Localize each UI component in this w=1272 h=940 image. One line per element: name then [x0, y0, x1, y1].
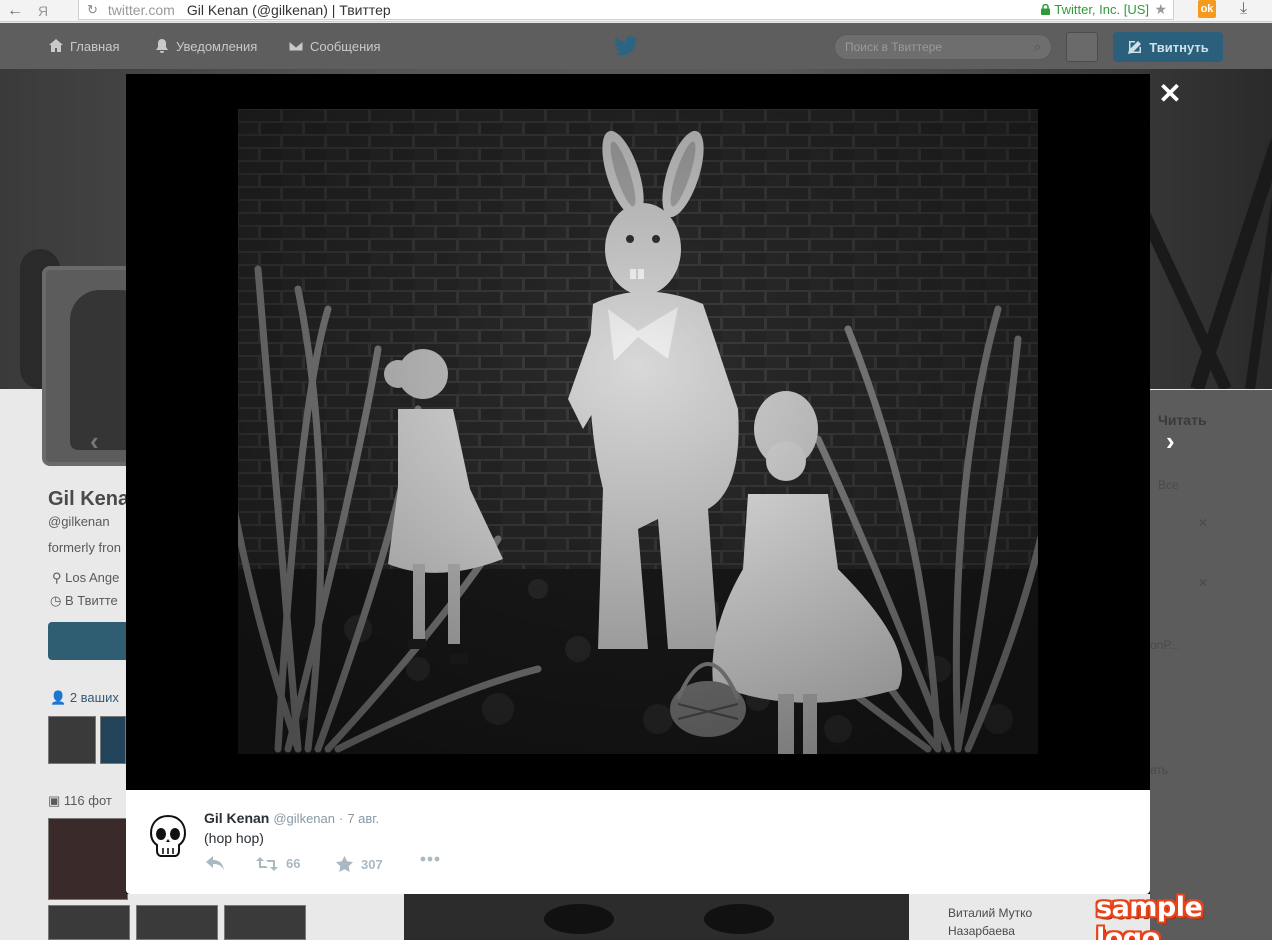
profile-location-text: Los Ange [65, 570, 120, 585]
address-bar[interactable]: ↻ twitter.com Gil Kenan (@gilkenan) | Тв… [78, 0, 1174, 20]
compose-icon [1128, 41, 1142, 54]
chevron-left-icon[interactable]: ‹ [90, 426, 99, 457]
profile-bio: formerly fron [48, 540, 121, 555]
photo-thumb[interactable] [48, 905, 130, 940]
profile-handle: @gilkenan [48, 514, 110, 529]
reload-icon[interactable]: ↻ [87, 2, 98, 18]
chevron-right-icon[interactable]: › [1166, 426, 1175, 457]
skull-avatar-icon[interactable] [148, 814, 188, 858]
profile-action-button[interactable] [48, 622, 138, 660]
photo-thumb[interactable] [224, 905, 306, 940]
ssl-certificate[interactable]: Twitter, Inc. [US] [1041, 2, 1149, 17]
suggestion-snippet: ать [1150, 763, 1169, 777]
tweet-author-handle[interactable]: @gilkenan [273, 811, 335, 826]
tweet-author-name[interactable]: Gil Kenan [204, 810, 269, 826]
suggestion-snippet: onP... [1150, 638, 1180, 652]
photos-link-text: 116 фот [63, 793, 112, 808]
trend-item[interactable]: Виталий Мутко [948, 906, 1032, 920]
sample-logo-watermark: sample logo [1096, 892, 1203, 940]
twitter-top-nav: Главная Уведомления Сообщения Поиск в Тв… [0, 23, 1272, 69]
more-icon [420, 856, 440, 862]
reply-icon [206, 856, 224, 870]
user-avatar[interactable] [1066, 32, 1098, 62]
reply-button[interactable] [206, 856, 224, 870]
dismiss-icon[interactable]: ✕ [1198, 576, 1208, 590]
retweet-count: 66 [286, 856, 301, 871]
envelope-icon [288, 40, 304, 52]
nav-home-label: Главная [70, 38, 120, 54]
nav-messages-label: Сообщения [310, 38, 381, 54]
lock-icon [1041, 4, 1051, 15]
yandex-icon[interactable]: Я [30, 3, 56, 19]
media-modal [126, 74, 1150, 894]
close-icon[interactable]: ✕ [1158, 80, 1182, 108]
cert-label: Twitter, Inc. [US] [1054, 2, 1149, 17]
profile-joined: ◷ В Твитте [50, 593, 118, 608]
retweet-icon [256, 856, 278, 871]
tweet-details: Gil Kenan @gilkenan · 7 авг. (hop hop) 6… [126, 790, 1150, 894]
photo-thumb[interactable] [136, 905, 218, 940]
photos-link[interactable]: ▣ 116 фот [48, 793, 112, 809]
tweet-separator: · [338, 811, 344, 826]
twitter-bird-icon[interactable] [614, 36, 638, 56]
right-sidebar: Читать Все ✕ ✕ onP... ать [1150, 390, 1272, 940]
tweet-button-label: Твитнуть [1149, 39, 1209, 55]
download-icon[interactable]: ⤓ [1240, 0, 1247, 18]
followers-you-know-text: 2 ваших [69, 690, 119, 705]
follower-thumb[interactable] [100, 716, 126, 764]
tweet-header: Gil Kenan @gilkenan · 7 авг. [204, 810, 379, 826]
photo-illustration [238, 109, 1038, 754]
profile-joined-text: В Твитте [64, 593, 118, 608]
followers-you-know[interactable]: 👤 2 ваших [50, 690, 119, 706]
follower-thumb[interactable] [48, 716, 96, 764]
tweet-text: (hop hop) [204, 830, 264, 846]
star-icon [336, 856, 353, 872]
bell-icon [156, 39, 168, 53]
home-icon [49, 39, 63, 52]
profile-location: ⚲ Los Ange [52, 570, 120, 585]
nav-home[interactable]: Главная [48, 38, 119, 54]
browser-page-title: Gil Kenan (@gilkenan) | Твиттер [186, 1, 391, 18]
url-host: twitter.com [107, 1, 175, 18]
background-media [404, 894, 909, 940]
view-all-link[interactable]: Все [1158, 478, 1179, 492]
more-button[interactable] [420, 856, 440, 862]
back-arrow-icon[interactable]: ← [0, 2, 30, 20]
search-icon[interactable]: ⌕ [1034, 35, 1041, 59]
nav-notifications[interactable]: Уведомления [154, 38, 257, 54]
search-input[interactable]: Поиск в Твиттере ⌕ [834, 34, 1052, 60]
tweet-button[interactable]: Твитнуть [1113, 32, 1223, 62]
search-placeholder: Поиск в Твиттере [845, 40, 943, 54]
dismiss-icon[interactable]: ✕ [1198, 516, 1208, 530]
tweet-date[interactable]: 7 авг. [347, 811, 379, 826]
odnoklassniki-icon[interactable]: ok [1198, 0, 1216, 18]
tweet-photo[interactable] [238, 109, 1038, 754]
bookmark-star-icon[interactable]: ★ [1154, 1, 1167, 18]
favorite-count: 307 [361, 856, 383, 872]
nav-notifications-label: Уведомления [176, 38, 258, 54]
trend-item[interactable]: Назарбаева [948, 924, 1015, 938]
favorite-button[interactable]: 307 [336, 856, 383, 872]
nav-messages[interactable]: Сообщения [288, 38, 381, 54]
retweet-button[interactable]: 66 [256, 856, 300, 871]
photo-thumb[interactable] [48, 818, 128, 900]
